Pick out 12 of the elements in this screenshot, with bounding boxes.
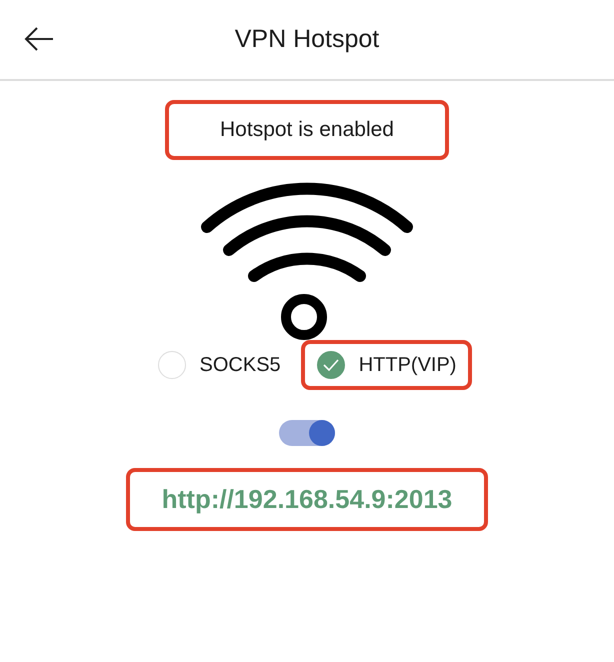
option-label: HTTP(VIP) — [358, 352, 456, 378]
back-button[interactable] — [24, 26, 54, 52]
radio-button[interactable] — [316, 350, 345, 378]
protocol-option[interactable]: HTTP(VIP) — [300, 340, 472, 390]
check-icon — [322, 358, 339, 370]
option-label: SOCKS5 — [200, 352, 281, 378]
status-text: Hotspot is enabled — [165, 100, 449, 160]
protocol-option[interactable]: SOCKS5 — [142, 340, 297, 390]
screen-title: VPN Hotspot — [234, 24, 380, 55]
hotspot-toggle[interactable] — [279, 420, 335, 446]
proxy-address: http://192.168.54.9:2013 — [126, 468, 488, 530]
back-arrow-icon — [24, 26, 54, 52]
